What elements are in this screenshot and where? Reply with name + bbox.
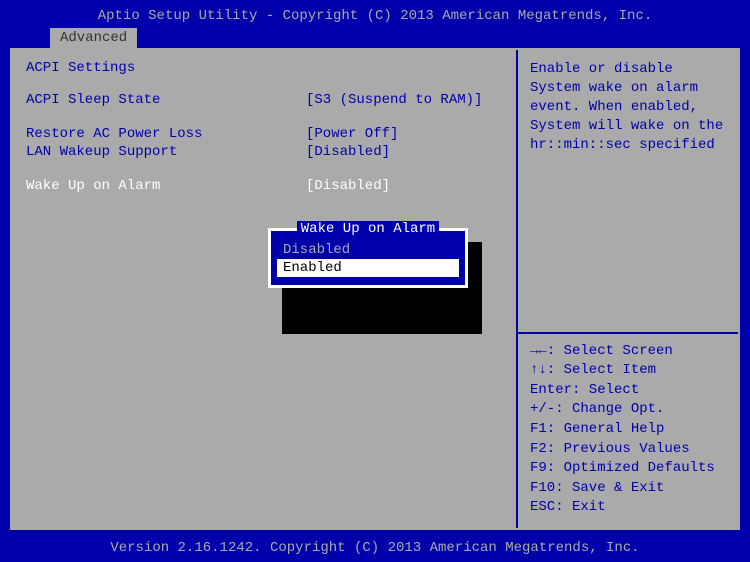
popup-option-disabled[interactable]: Disabled xyxy=(277,241,459,259)
setting-wake-up-on-alarm[interactable]: Wake Up on Alarm [Disabled] xyxy=(26,178,502,194)
setting-value: [S3 (Suspend to RAM)] xyxy=(306,92,482,108)
key-help-line: ↑↓: Select Item xyxy=(530,361,726,381)
setting-value: [Disabled] xyxy=(306,178,390,194)
key-help-line: F10: Save & Exit xyxy=(530,479,726,499)
key-help: →←: Select Screen ↑↓: Select Item Enter:… xyxy=(530,342,726,518)
key-help-line: +/-: Change Opt. xyxy=(530,400,726,420)
key-help-line: F1: General Help xyxy=(530,420,726,440)
popup-wake-up-on-alarm: Wake Up on Alarm Disabled Enabled xyxy=(268,228,468,288)
key-help-line: F9: Optimized Defaults xyxy=(530,459,726,479)
setting-value: [Disabled] xyxy=(306,144,390,160)
title-bar: Aptio Setup Utility - Copyright (C) 2013… xyxy=(0,0,750,28)
divider xyxy=(518,332,738,334)
key-help-line: Enter: Select xyxy=(530,381,726,401)
help-panel: Enable or disable System wake on alarm e… xyxy=(518,50,738,528)
section-title: ACPI Settings xyxy=(26,60,502,76)
popup-option-enabled[interactable]: Enabled xyxy=(277,259,459,277)
setting-value: [Power Off] xyxy=(306,126,398,142)
setting-label: ACPI Sleep State xyxy=(26,92,306,108)
help-text: Enable or disable System wake on alarm e… xyxy=(530,60,726,154)
setting-label: LAN Wakeup Support xyxy=(26,144,306,160)
popup-title: Wake Up on Alarm xyxy=(277,221,459,237)
setting-label: Wake Up on Alarm xyxy=(26,178,306,194)
setting-lan-wakeup-support[interactable]: LAN Wakeup Support [Disabled] xyxy=(26,144,502,160)
footer: Version 2.16.1242. Copyright (C) 2013 Am… xyxy=(0,540,750,556)
key-help-line: F2: Previous Values xyxy=(530,440,726,460)
setting-restore-ac-power-loss[interactable]: Restore AC Power Loss [Power Off] xyxy=(26,126,502,142)
key-help-line: →←: Select Screen xyxy=(530,342,726,362)
setting-label: Restore AC Power Loss xyxy=(26,126,306,142)
tab-row: Advanced xyxy=(0,28,750,48)
setting-acpi-sleep-state[interactable]: ACPI Sleep State [S3 (Suspend to RAM)] xyxy=(26,92,502,108)
key-help-line: ESC: Exit xyxy=(530,498,726,518)
tab-advanced[interactable]: Advanced xyxy=(50,28,137,48)
